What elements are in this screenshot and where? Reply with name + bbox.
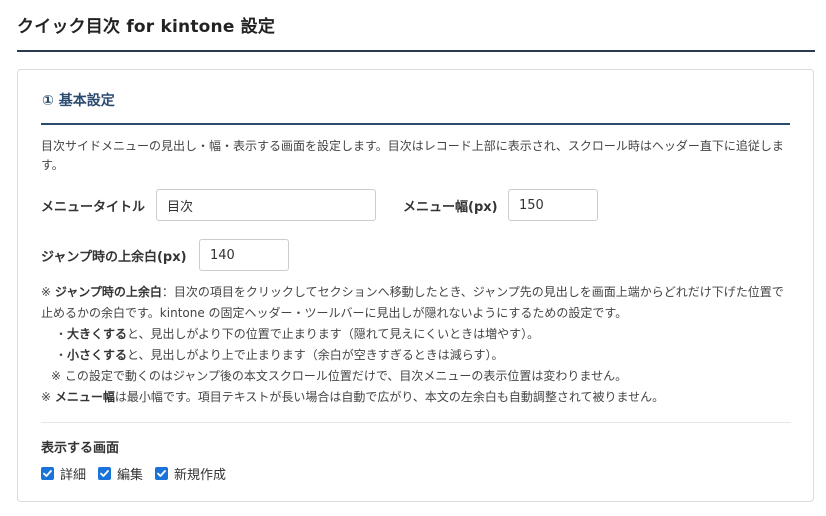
screens-heading: 表示する画面 xyxy=(41,441,120,456)
menu-title-input[interactable] xyxy=(156,189,376,221)
note-width: ※ メニュー幅は最小幅です。項目テキストが長い場合は自動で広がり、本文の左余白も… xyxy=(41,387,801,408)
section-heading: ① 基本設定 xyxy=(42,93,115,109)
jump-margin-label: ジャンプ時の上余白(px) xyxy=(41,250,187,265)
note-width-text: は最小幅です。項目テキストが長い場合は自動で広がり、本文の左余白も自動調整されて… xyxy=(114,390,665,404)
checkbox-checked-icon[interactable] xyxy=(98,467,112,480)
note-jump-title: ジャンプ時の上余白 xyxy=(54,285,162,299)
screen-option-label: 編集 xyxy=(117,468,144,483)
note-bigger: ・大きくすると、見出しがより下の位置で止まります（隠れて見えにくいときは増やす）… xyxy=(41,324,801,345)
menu-title-label: メニュータイトル xyxy=(41,200,146,215)
note-width-prefix: ※ xyxy=(41,390,55,404)
note-smaller: ・小さくすると、見出しがより上で止まります（余白が空きすぎるときは減らす）。 xyxy=(41,345,801,366)
screen-option-detail[interactable]: 詳細 xyxy=(41,464,86,483)
screens-checkbox-group: 詳細 編集 新規作成 xyxy=(41,464,238,483)
note-width-bold: メニュー幅 xyxy=(54,390,115,404)
help-notes: ※ ジャンプ時の上余白：目次の項目をクリックしてセクションへ移動したとき、ジャン… xyxy=(41,282,801,408)
title-divider xyxy=(17,50,815,52)
note-smaller-prefix: ・ xyxy=(55,348,68,362)
section-description: 目次サイドメニューの見出し・幅・表示する画面を設定します。目次はレコード上部に表… xyxy=(41,139,784,172)
note-jump-line2: 止めるかの余白です。kintone の固定ヘッダー・ツールバーに見出しが隠れない… xyxy=(41,306,628,320)
screen-option-label: 新規作成 xyxy=(174,468,227,483)
page-title: クイック目次 for kintone 設定 xyxy=(17,17,276,37)
note-scroll: ※ この設定で動くのはジャンプ後の本文スクロール位置だけで、目次メニューの表示位… xyxy=(51,369,628,383)
note-jump-prefix: ※ xyxy=(41,285,55,299)
screens-divider xyxy=(41,422,791,423)
checkbox-checked-icon[interactable] xyxy=(155,467,169,480)
jump-margin-input[interactable] xyxy=(199,239,289,271)
screen-option-create[interactable]: 新規作成 xyxy=(155,464,226,483)
note-smaller-bold: 小さくする xyxy=(67,348,128,362)
note-jump-text1: ：目次の項目をクリックしてセクションへ移動したとき、ジャンプ先の見出しを画面上端… xyxy=(161,285,784,299)
settings-card: ① 基本設定 目次サイドメニューの見出し・幅・表示する画面を設定します。目次はレ… xyxy=(17,69,814,502)
menu-width-input[interactable] xyxy=(508,189,598,221)
note-jump-line1: ※ ジャンプ時の上余白：目次の項目をクリックしてセクションへ移動したとき、ジャン… xyxy=(41,282,801,303)
note-bigger-bold: 大きくする xyxy=(67,327,128,341)
section-divider xyxy=(41,123,790,125)
note-smaller-text: と、見出しがより上で止まります（余白が空きすぎるときは減らす）。 xyxy=(127,348,504,362)
menu-width-label: メニュー幅(px) xyxy=(403,200,498,215)
screen-option-label: 詳細 xyxy=(60,468,87,483)
screen-option-edit[interactable]: 編集 xyxy=(98,464,143,483)
checkbox-checked-icon[interactable] xyxy=(41,467,54,480)
note-bigger-text: と、見出しがより下の位置で止まります（隠れて見えにくいときは増やす）。 xyxy=(127,327,540,341)
note-bigger-prefix: ・ xyxy=(55,327,68,341)
